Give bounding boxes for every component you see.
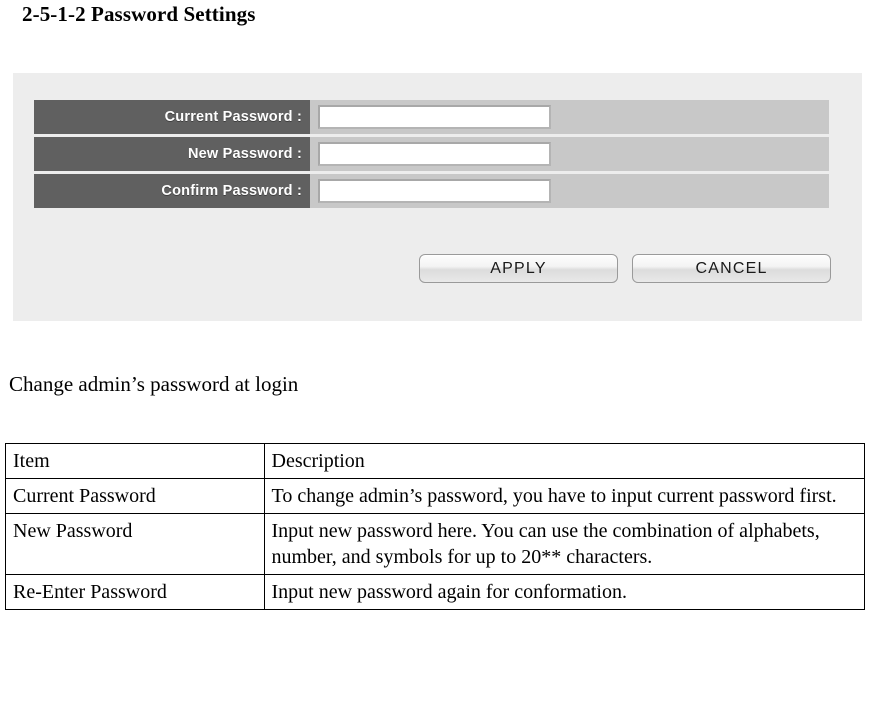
confirm-password-input[interactable] [318, 179, 551, 203]
form-row-confirm-password: Confirm Password : [34, 174, 829, 208]
table-row: New Password Input new password here. Yo… [5, 513, 865, 575]
table-header-item: Item [5, 443, 265, 479]
table-cell-item: New Password [5, 513, 265, 575]
table-row: Current Password To change admin’s passw… [5, 478, 865, 514]
form-row-new-password: New Password : [34, 137, 829, 171]
current-password-input[interactable] [318, 105, 551, 129]
table-cell-item: Re-Enter Password [5, 574, 265, 610]
panel-button-bar: APPLY CANCEL [13, 254, 862, 286]
new-password-field-cell [310, 137, 829, 171]
panel-caption: Change admin’s password at login [9, 372, 299, 396]
form-row-current-password: Current Password : [34, 100, 829, 134]
table-header-description: Description [263, 443, 865, 479]
password-settings-panel: Current Password : New Password : Confir… [13, 73, 862, 321]
current-password-field-cell [310, 100, 829, 134]
table-cell-description: To change admin’s password, you have to … [263, 478, 865, 514]
confirm-password-field-cell [310, 174, 829, 208]
new-password-input[interactable] [318, 142, 551, 166]
table-cell-item: Current Password [5, 478, 265, 514]
table-cell-description: Input new password again for conformatio… [263, 574, 865, 610]
confirm-password-label: Confirm Password : [34, 174, 310, 208]
apply-button[interactable]: APPLY [419, 254, 618, 283]
new-password-label: New Password : [34, 137, 310, 171]
cancel-button[interactable]: CANCEL [632, 254, 831, 283]
description-table: Item Description Current Password To cha… [5, 443, 865, 610]
table-cell-description: Input new password here. You can use the… [263, 513, 865, 575]
table-row: Re-Enter Password Input new password aga… [5, 574, 865, 610]
page-title: 2-5-1-2 Password Settings [22, 2, 256, 26]
table-header-row: Item Description [5, 443, 865, 479]
current-password-label: Current Password : [34, 100, 310, 134]
password-form: Current Password : New Password : Confir… [34, 100, 829, 211]
